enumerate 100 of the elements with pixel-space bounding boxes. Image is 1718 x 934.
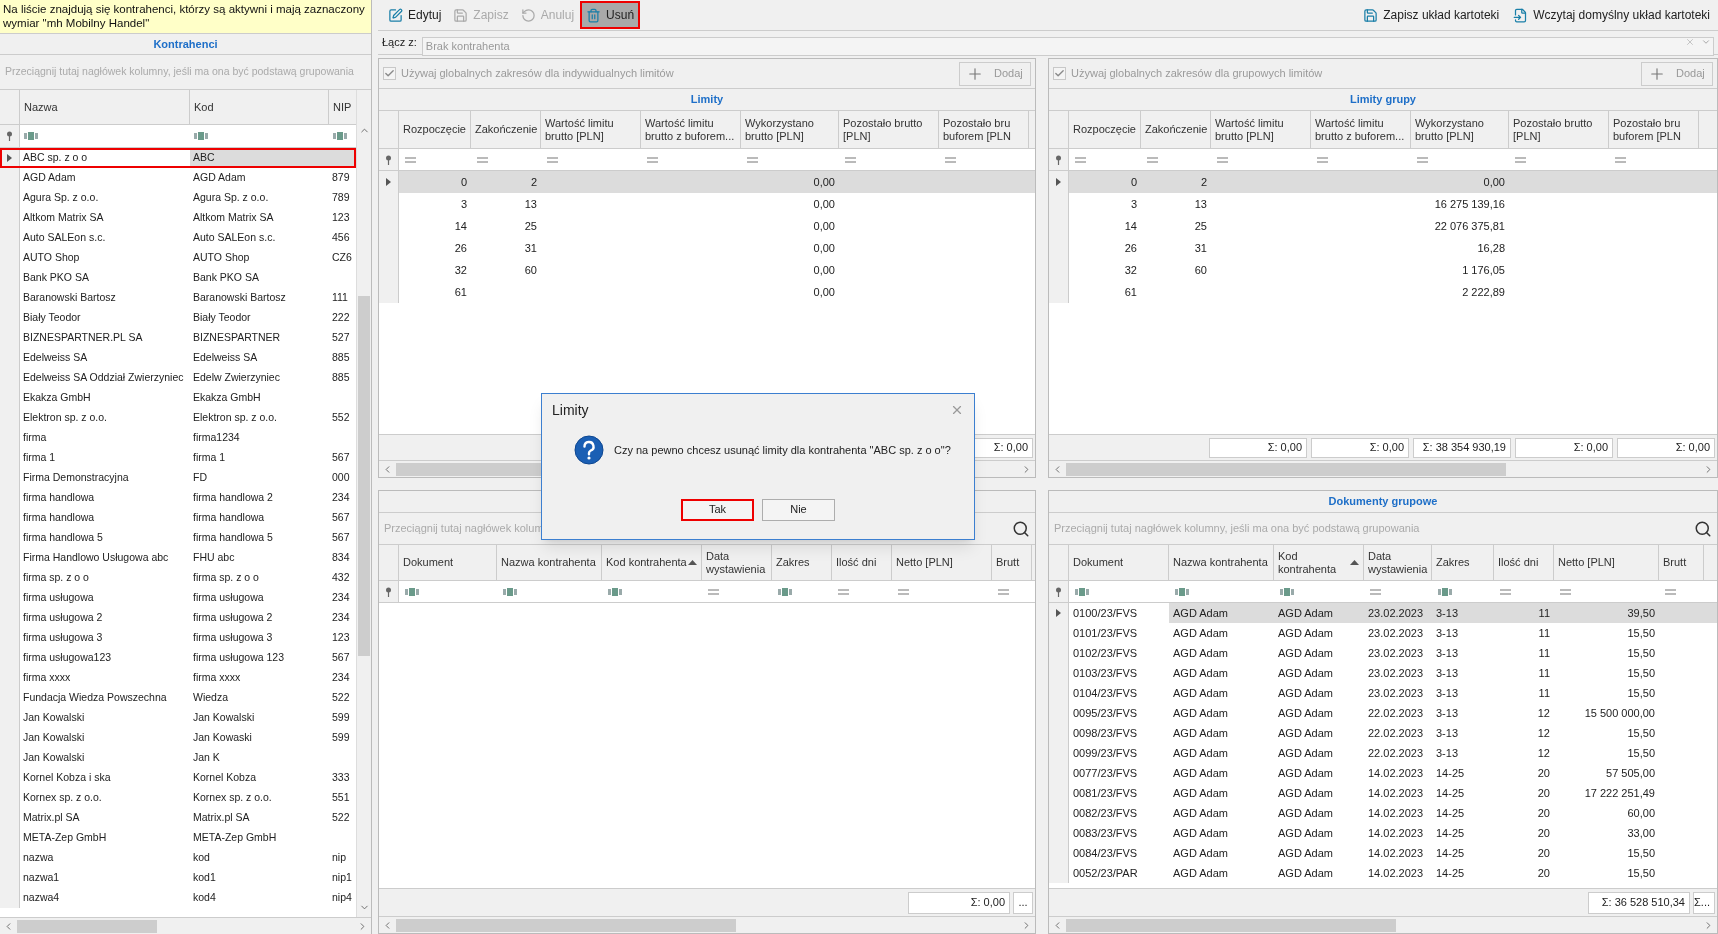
- contractor-row[interactable]: nazwa kod nip: [0, 848, 356, 868]
- table-row[interactable]: 0 2 0,00: [379, 171, 1035, 193]
- contractor-row[interactable]: firma usługowa firma usługowa 234: [0, 588, 356, 608]
- column-header[interactable]: Pozostało brutto [PLN]: [1509, 111, 1609, 148]
- toolbar-button[interactable]: Edytuj: [384, 3, 446, 27]
- column-header[interactable]: Data wystawienia: [702, 545, 772, 580]
- contractor-row[interactable]: Jan Kowalski Jan Kowalski 599: [0, 708, 356, 728]
- contractor-row[interactable]: Bank PKO SA Bank PKO SA: [0, 268, 356, 288]
- column-header[interactable]: Kod kontrahenta: [602, 545, 702, 580]
- scrollbar-thumb[interactable]: [17, 919, 157, 933]
- contractor-row[interactable]: ABC sp. z o o ABC: [0, 148, 356, 168]
- table-row[interactable]: 0 2 0,00: [1049, 171, 1717, 193]
- column-header[interactable]: Zakończenie: [1141, 111, 1211, 148]
- contractor-row[interactable]: Elektron sp. z o.o. Elektron sp. z o.o. 552: [0, 408, 356, 428]
- contractor-row[interactable]: META-Zep GmbH META-Zep GmbH: [0, 828, 356, 848]
- search-icon[interactable]: [1012, 519, 1030, 538]
- column-header[interactable]: Dokument: [399, 545, 497, 580]
- contractor-row[interactable]: Biały Teodor Biały Teodor 222: [0, 308, 356, 328]
- contractor-row[interactable]: firma handlowa firma handlowa 2 234: [0, 488, 356, 508]
- table-cell-text: 12: [1537, 745, 1550, 761]
- toolbar-button[interactable]: Usuń: [582, 3, 639, 27]
- column-header[interactable]: Nazwa: [20, 90, 190, 124]
- field-label: Łącz z:: [382, 35, 417, 51]
- table-row[interactable]: 0100/23/FVS AGD Adam AGD Adam 23.02.2023 3-13 11 39,50: [1049, 603, 1717, 623]
- clear-icon[interactable]: [1685, 37, 1695, 47]
- table-cell-text: AGD Adam: [1173, 825, 1229, 841]
- column-header[interactable]: Zakres: [772, 545, 832, 580]
- contractor-row[interactable]: firma handlowa 5 firma handlowa 5 567: [0, 528, 356, 548]
- scrollbar-thumb[interactable]: [358, 296, 370, 656]
- column-header[interactable]: Pozostało bru buforem [PLN: [1609, 111, 1699, 148]
- column-header[interactable]: Wykorzystano brutto [PLN]: [741, 111, 839, 148]
- table-cell: nip: [332, 850, 346, 866]
- scrollbar-thumb[interactable]: [1066, 462, 1506, 476]
- column-header[interactable]: Wartość limitu brutto [PLN]: [541, 111, 641, 148]
- column-header[interactable]: Ilość dni: [832, 545, 892, 580]
- contractor-row[interactable]: Ekakza GmbH Ekakza GmbH: [0, 388, 356, 408]
- contractor-link-field[interactable]: Brak kontrahenta: [421, 36, 1714, 56]
- contractor-row[interactable]: BIZNESPARTNER.PL SA BIZNESPARTNER 527: [0, 328, 356, 348]
- column-header[interactable]: Brutt: [992, 545, 1032, 580]
- contractor-row[interactable]: Edelweiss SA Oddział Zwierzyniec Edelw Zwierzyniec 885: [0, 368, 356, 388]
- dropdown-icon[interactable]: [1701, 37, 1711, 47]
- column-header[interactable]: Ilość dni: [1494, 545, 1554, 580]
- column-header[interactable]: Pozostało bru buforem [PLN: [939, 111, 1029, 148]
- contractor-row[interactable]: Altkom Matrix SA Altkom Matrix SA 123: [0, 208, 356, 228]
- more-button[interactable]: ...: [1013, 891, 1033, 914]
- column-header[interactable]: Wartość limitu brutto z buforem...: [1311, 111, 1411, 148]
- contractor-row[interactable]: AUTO Shop AUTO Shop CZ6: [0, 248, 356, 268]
- scrollbar-thumb[interactable]: [1066, 918, 1396, 932]
- contractor-row[interactable]: Auto SALEon s.c. Auto SALEon s.c. 456: [0, 228, 356, 248]
- column-header[interactable]: Zakończenie: [471, 111, 541, 148]
- contractor-row[interactable]: Kornex sp. z o.o. Kornex sp. z o.o. 551: [0, 788, 356, 808]
- contractor-row[interactable]: Edelweiss SA Edelweiss SA 885: [0, 348, 356, 368]
- column-header[interactable]: Pozostało brutto [PLN]: [839, 111, 939, 148]
- contractor-row[interactable]: firma 1 firma 1 567: [0, 448, 356, 468]
- dialog-button[interactable]: Tak: [681, 498, 754, 521]
- table-cell-text: 23.02.2023: [1368, 685, 1424, 701]
- column-header[interactable]: Wykorzystano brutto [PLN]: [1411, 111, 1509, 148]
- contractor-row[interactable]: firma firma1234: [0, 428, 356, 448]
- scrollbar-thumb[interactable]: [396, 918, 736, 932]
- contractor-row[interactable]: Firma Handlowo Usługowa abc FHU abc 834: [0, 548, 356, 568]
- close-icon[interactable]: [950, 403, 964, 417]
- contractor-row[interactable]: Baranowski Bartosz Baranowski Bartosz 111: [0, 288, 356, 308]
- column-header[interactable]: Brutt: [1659, 545, 1704, 580]
- text-filter-icon: [333, 132, 348, 140]
- contractor-row[interactable]: Firma Demonstracyjna FD 000: [0, 468, 356, 488]
- contractor-row[interactable]: Kornel Kobza i ska Kornel Kobza 333: [0, 768, 356, 788]
- column-header[interactable]: Nazwa kontrahenta: [497, 545, 602, 580]
- contractor-row[interactable]: Agura Sp. z o.o. Agura Sp. z o.o. 789: [0, 188, 356, 208]
- contractor-row[interactable]: Fundacja Wiedza Powszechna Wiedza 522: [0, 688, 356, 708]
- column-header[interactable]: Kod: [190, 90, 329, 124]
- column-header[interactable]: Data wystawienia: [1364, 545, 1432, 580]
- column-header[interactable]: Nazwa kontrahenta: [1169, 545, 1274, 580]
- column-header[interactable]: Rozpoczęcie: [1069, 111, 1141, 148]
- column-header[interactable]: Kod kontrahenta: [1274, 545, 1364, 580]
- table-cell: 885: [332, 370, 350, 386]
- contractor-row[interactable]: Matrix.pl SA Matrix.pl SA 522: [0, 808, 356, 828]
- contractor-row[interactable]: nazwa1 kod1 nip1: [0, 868, 356, 888]
- column-header[interactable]: Wartość limitu brutto z buforem...: [641, 111, 741, 148]
- contractor-row[interactable]: Jan Kowalski Jan K: [0, 748, 356, 768]
- contractor-row[interactable]: firma usługowa 3 firma usługowa 3 123: [0, 628, 356, 648]
- dialog-button[interactable]: Nie: [762, 498, 835, 521]
- contractor-row[interactable]: firma usługowa 2 firma usługowa 2 234: [0, 608, 356, 628]
- column-header[interactable]: Netto [PLN]: [1554, 545, 1659, 580]
- column-header[interactable]: Zakres: [1432, 545, 1494, 580]
- column-header[interactable]: Dokument: [1069, 545, 1169, 580]
- contractor-row[interactable]: firma sp. z o o firma sp. z o o 432: [0, 568, 356, 588]
- contractor-row[interactable]: Jan Kowalski Jan Kowaski 599: [0, 728, 356, 748]
- search-icon[interactable]: [1694, 519, 1712, 538]
- toolbar-button[interactable]: Wczytaj domyślny układ kartoteki: [1511, 3, 1712, 27]
- toolbar-button[interactable]: Zapisz układ kartoteki: [1361, 3, 1502, 27]
- text-filter-icon: [608, 587, 623, 596]
- column-header[interactable]: Netto [PLN]: [892, 545, 992, 580]
- contractor-row[interactable]: firma handlowa firma handlowa 567: [0, 508, 356, 528]
- contractor-row[interactable]: firma usługowa123 firma usługowa 123 567: [0, 648, 356, 668]
- contractor-row[interactable]: AGD Adam AGD Adam 879: [0, 168, 356, 188]
- contractor-row[interactable]: nazwa4 kod4 nip4: [0, 888, 356, 908]
- table-cell-text: AGD Adam: [1278, 665, 1334, 681]
- column-header[interactable]: Wartość limitu brutto [PLN]: [1211, 111, 1311, 148]
- column-header[interactable]: Rozpoczęcie: [399, 111, 471, 148]
- contractor-row[interactable]: firma xxxx firma xxxx 234: [0, 668, 356, 688]
